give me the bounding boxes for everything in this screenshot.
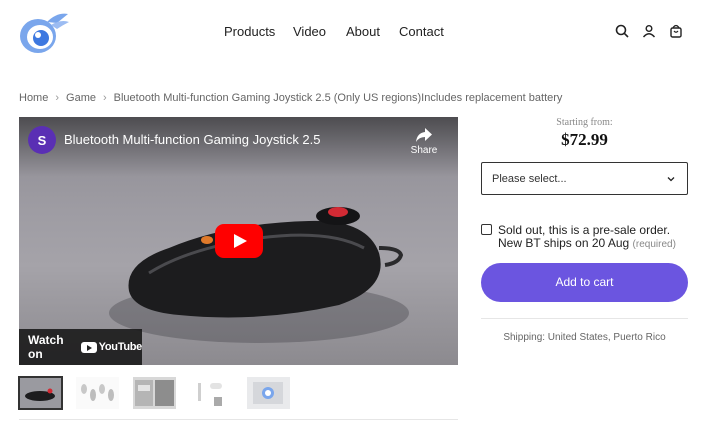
preorder-checkbox[interactable]: [481, 224, 492, 235]
nav-about[interactable]: About: [346, 24, 380, 39]
thumbnail-5[interactable]: [247, 377, 290, 409]
breadcrumb-current: Bluetooth Multi-function Gaming Joystick…: [113, 92, 563, 104]
breadcrumb-game[interactable]: Game: [66, 92, 96, 104]
thumbnail-2[interactable]: [76, 377, 119, 409]
preorder-text-line1: Sold out, this is a pre-sale order.: [498, 223, 671, 237]
product-page: Products Video About Contact Home › Game › B…: [0, 0, 713, 425]
shipping-info: Shipping: United States, Puerto Rico: [503, 332, 666, 343]
thumbnail-3[interactable]: [133, 377, 176, 409]
youtube-logo: YouTube: [80, 341, 143, 353]
variant-select-value: Please select...: [492, 173, 567, 185]
play-button[interactable]: [215, 224, 263, 258]
breadcrumb-separator: ›: [102, 92, 107, 104]
search-icon[interactable]: [615, 24, 629, 38]
variant-select[interactable]: Please select...: [481, 162, 688, 195]
account-icon[interactable]: [642, 24, 656, 38]
thumbnail-box-image: [253, 382, 283, 404]
thumbnail-cable-image: [198, 383, 222, 406]
thumbnail-package-image: [135, 380, 174, 406]
nav-video[interactable]: Video: [293, 24, 326, 39]
cart-icon[interactable]: [669, 24, 683, 38]
add-to-cart-button[interactable]: Add to cart: [481, 263, 688, 302]
video-title[interactable]: Bluetooth Multi-function Gaming Joystick…: [64, 132, 321, 147]
gallery-divider: [19, 419, 458, 420]
brand-logo[interactable]: [17, 9, 71, 55]
header-icons: [615, 24, 683, 38]
share-button[interactable]: Share: [409, 127, 439, 156]
thumbnail-4[interactable]: [190, 377, 233, 409]
nav-products[interactable]: Products: [224, 24, 275, 39]
watch-on-youtube-button[interactable]: Watch on YouTube: [19, 329, 142, 365]
panel-divider: [481, 318, 688, 319]
thumbnail-gallery: [18, 376, 290, 410]
watch-on-label: Watch on: [28, 333, 64, 361]
youtube-icon: [80, 341, 97, 353]
nav-contact[interactable]: Contact: [399, 24, 444, 39]
product-price: $72.99: [561, 130, 608, 149]
share-label: Share: [410, 145, 438, 156]
starting-from-label: Starting from:: [556, 117, 613, 128]
thumbnail-joystick-image: [25, 388, 55, 401]
thumbnail-parts-image: [81, 384, 114, 401]
preorder-ship-date: New BT ships on 20 Aug: [498, 236, 630, 250]
breadcrumb: Home › Game › Bluetooth Multi-function Gamin…: [19, 92, 562, 104]
channel-avatar[interactable]: S: [28, 126, 56, 154]
breadcrumb-home[interactable]: Home: [19, 92, 48, 104]
product-video[interactable]: S Bluetooth Multi-function Gaming Joysti…: [19, 117, 458, 365]
required-label: (required): [632, 239, 676, 250]
preorder-text-line2: New BT ships on 20 Aug (required): [498, 236, 676, 250]
share-icon: [416, 128, 432, 142]
chevron-down-icon: [667, 177, 675, 182]
thumbnail-1[interactable]: [18, 376, 63, 410]
youtube-label: YouTube: [98, 341, 143, 353]
joystick-product-image: [109, 207, 409, 343]
video-top-shade: [19, 117, 458, 177]
breadcrumb-separator: ›: [55, 92, 60, 104]
